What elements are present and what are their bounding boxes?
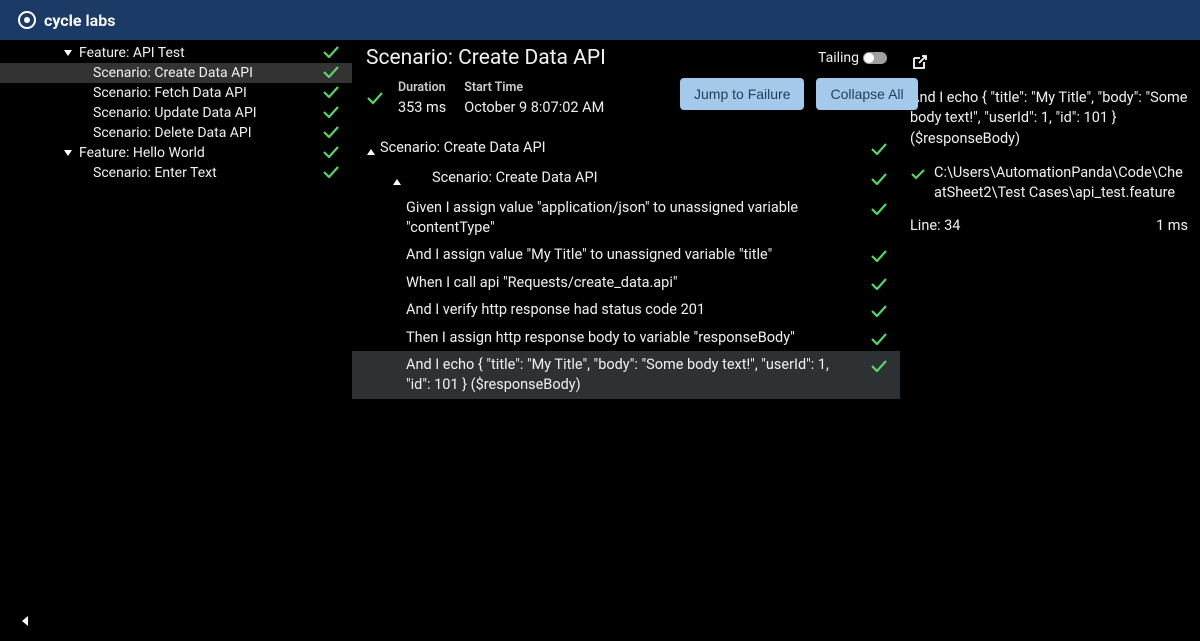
jump-to-failure-button[interactable]: Jump to Failure	[680, 78, 804, 110]
tree-item-label: Scenario: Update Data API	[93, 105, 257, 121]
step-item[interactable]: Given I assign value "application/json" …	[352, 194, 900, 241]
open-external-icon[interactable]	[910, 54, 1188, 76]
pass-icon	[870, 247, 888, 266]
tree-item-label: Scenario: Create Data API	[93, 65, 253, 81]
caret-down-icon	[63, 45, 73, 61]
duration-label: Duration	[398, 80, 446, 95]
test-tree: Feature: API Test Scenario: Create Data A…	[0, 40, 352, 641]
step-group[interactable]: Scenario: Create Data API	[352, 134, 900, 164]
tailing-toggle[interactable]	[863, 52, 887, 64]
pass-icon	[870, 330, 888, 349]
tree-feature[interactable]: Feature: Hello World	[0, 143, 352, 163]
tailing-control[interactable]: Tailing	[818, 50, 887, 66]
step-item[interactable]: And I assign value "My Title" to unassig…	[352, 241, 900, 269]
step-item[interactable]: Then I assign http response body to vari…	[352, 324, 900, 352]
step-text: Then I assign http response body to vari…	[406, 328, 845, 348]
line-number: Line: 34	[910, 217, 960, 234]
step-text: Scenario: Create Data API	[432, 168, 648, 188]
tree-feature[interactable]: Feature: API Test	[0, 43, 352, 63]
status-check-icon	[366, 90, 384, 109]
tree-item-label: Scenario: Delete Data API	[93, 125, 252, 141]
pass-icon	[870, 275, 888, 294]
step-text: And I assign value "My Title" to unassig…	[406, 245, 822, 265]
step-text: And I verify http response had status co…	[406, 300, 755, 320]
step-item[interactable]: And I echo { "title": "My Title", "body"…	[352, 351, 900, 398]
pass-icon	[322, 85, 340, 102]
pass-icon	[322, 65, 340, 82]
caret-up-icon	[392, 171, 406, 190]
app-header: cycle labs	[0, 0, 1200, 40]
detail-panel: And I echo { "title": "My Title", "body"…	[904, 40, 1200, 641]
start-time-value: October 9 8:07:02 AM	[464, 99, 604, 116]
caret-down-icon	[63, 145, 73, 161]
center-panel: Scenario: Create Data API Tailing Durati…	[352, 40, 904, 641]
logo-icon	[18, 11, 36, 29]
pass-icon	[870, 357, 888, 376]
pass-icon	[870, 302, 888, 321]
pass-icon	[322, 165, 340, 182]
step-item[interactable]: And I verify http response had status co…	[352, 296, 900, 324]
pass-icon	[870, 140, 888, 159]
logo-text: cycle labs	[44, 11, 115, 30]
collapse-sidebar-icon[interactable]	[20, 612, 30, 631]
pass-icon	[870, 200, 888, 219]
pass-icon	[322, 145, 340, 162]
step-duration: 1 ms	[1156, 217, 1188, 234]
tree-item-label: Feature: Hello World	[79, 145, 205, 161]
step-list: Scenario: Create Data API Scenario: Creat…	[352, 134, 900, 399]
tree-item-label: Scenario: Fetch Data API	[93, 85, 247, 101]
tree-scenario[interactable]: Scenario: Create Data API	[0, 63, 352, 83]
duration-value: 353 ms	[398, 99, 446, 116]
file-check-icon	[910, 167, 926, 184]
collapse-all-button[interactable]: Collapse All	[816, 78, 917, 110]
step-echo-text: And I echo { "title": "My Title", "body"…	[910, 88, 1188, 149]
tree-scenario[interactable]: Scenario: Update Data API	[0, 103, 352, 123]
tree-item-label: Feature: API Test	[79, 45, 185, 61]
step-text: Scenario: Create Data API	[380, 138, 596, 158]
tailing-label: Tailing	[818, 50, 859, 66]
tree-scenario[interactable]: Scenario: Fetch Data API	[0, 83, 352, 103]
step-group[interactable]: Scenario: Create Data API	[352, 164, 900, 194]
step-text: When I call api "Requests/create_data.ap…	[406, 273, 728, 293]
tree-scenario[interactable]: Scenario: Enter Text	[0, 163, 352, 183]
tree-item-label: Scenario: Enter Text	[93, 165, 217, 181]
pass-icon	[322, 105, 340, 122]
start-time-label: Start Time	[464, 80, 604, 95]
pass-icon	[870, 170, 888, 189]
caret-up-icon	[366, 141, 380, 160]
tree-scenario[interactable]: Scenario: Delete Data API	[0, 123, 352, 143]
step-text: Given I assign value "application/json" …	[406, 198, 900, 237]
step-item[interactable]: When I call api "Requests/create_data.ap…	[352, 269, 900, 297]
pass-icon	[322, 125, 340, 142]
file-path: C:\Users\AutomationPanda\Code\CheatSheet…	[934, 163, 1188, 204]
pass-icon	[322, 45, 340, 62]
step-text: And I echo { "title": "My Title", "body"…	[406, 355, 900, 394]
